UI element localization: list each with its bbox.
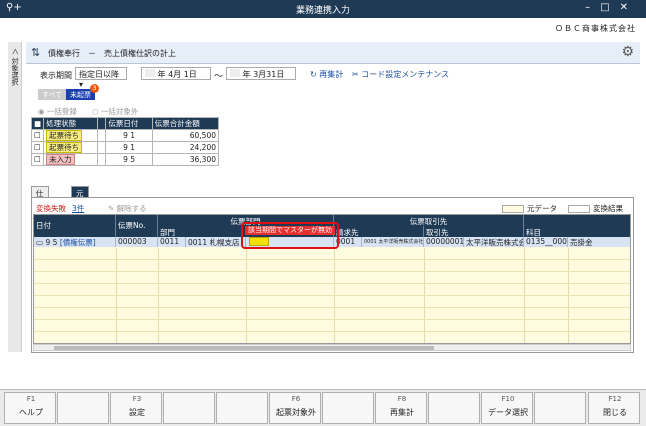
- row-date[interactable]: ▭ 9 5 [債権伝票]: [34, 237, 116, 247]
- side-label: ＜ 対象選択: [11, 48, 19, 86]
- window-title: 業務連携入力: [295, 6, 350, 16]
- col-date: 日付: [34, 215, 116, 237]
- row-partner-name: 太平洋販売株式会: [464, 237, 524, 247]
- fkey-f7[interactable]: [322, 392, 374, 424]
- period-to-input[interactable]: 年 3月31日: [226, 67, 296, 80]
- slip-link[interactable]: [債権伝票]: [60, 238, 96, 247]
- fkey-f4[interactable]: [163, 392, 215, 424]
- company-name: ＯＢＣ商事株式会社: [555, 24, 636, 33]
- table-row[interactable]: ☐ 未入力 9 5 36,300: [30, 153, 220, 166]
- fkey-f6[interactable]: F6 起票対象外: [269, 392, 321, 424]
- row-account-code: 0135__0000: [524, 237, 568, 247]
- fkey-f11[interactable]: [534, 392, 586, 424]
- col-partner: 取引先: [424, 226, 524, 237]
- col-status: 処理状態: [43, 117, 99, 130]
- status-badge: 未入力: [46, 154, 75, 165]
- col-amount: 伝票合計金額: [151, 117, 220, 130]
- fkey-f8[interactable]: F8 再集計: [375, 392, 427, 424]
- invalid-master-message: 該当期間でマスターが無効: [245, 226, 335, 235]
- unstarted-count-badge: 3: [90, 84, 99, 93]
- legend-swatch: [568, 205, 590, 213]
- fkey-f12[interactable]: F12 閉じる: [588, 392, 640, 424]
- recalc-link[interactable]: ↻ 再集計: [310, 69, 343, 80]
- fail-label: 変換失敗: [36, 204, 66, 213]
- page-title: 債権奉行 － 売上債権仕訳の計上: [48, 49, 176, 58]
- slip-summary-table: ■ 処理状態 伝票日付 伝票合計金額 ☐ 起票待ち 9 1 60,500 ☐ 起…: [30, 117, 220, 166]
- table-row[interactable]: ☐ 起票待ち 9 1 24,200: [30, 141, 220, 154]
- legend-swatch: [502, 205, 524, 213]
- row-partner-code: 00000001: [424, 237, 464, 247]
- slip-amount: 24,200: [151, 141, 220, 154]
- page-header: ⇅ 債権奉行 － 売上債権仕訳の計上 ⚙: [26, 42, 640, 64]
- bulk-register-option[interactable]: ◉ 一括登録: [38, 106, 77, 117]
- slip-amount: 36,300: [151, 153, 220, 166]
- release-button[interactable]: ✎ 解除する: [108, 203, 147, 214]
- slip-date: 9 1: [105, 129, 153, 142]
- period-tilde: ～: [214, 72, 224, 82]
- invalid-master-callout: 該当期間でマスターが無効: [241, 222, 339, 249]
- col-account: 科目: [524, 226, 630, 237]
- col-group-partner: 伝票取引先: [334, 215, 524, 226]
- slip-date: 9 5: [105, 153, 153, 166]
- col-slip-no: 伝票No.: [116, 215, 158, 237]
- fkey-f10[interactable]: F10 データ選択: [481, 392, 533, 424]
- legend-source: 元データ: [502, 203, 557, 214]
- code-maint-link[interactable]: ✂ コード設定メンテナンス: [352, 69, 449, 80]
- fkey-f1[interactable]: F1 ヘルプ: [4, 392, 56, 424]
- row-billing-name: 0001 太平洋販売株式会社: [362, 237, 424, 247]
- col-billing: 請求先: [334, 226, 424, 237]
- row-checkbox[interactable]: ☐: [30, 141, 45, 154]
- select-all-checkbox[interactable]: ■: [30, 117, 45, 130]
- fkey-f3[interactable]: F3 設定: [110, 392, 162, 424]
- table-row[interactable]: ☐ 起票待ち 9 1 60,500: [30, 129, 220, 142]
- legend-result: 変換結果: [568, 203, 623, 214]
- tab-all[interactable]: すべて: [38, 89, 67, 100]
- radio-icon: ○: [92, 107, 99, 116]
- period-from-input[interactable]: 年 4月 1日: [141, 67, 211, 80]
- sync-icon: ⇅: [31, 46, 41, 59]
- fkey-f5[interactable]: [216, 392, 268, 424]
- fail-count-link[interactable]: 3件: [72, 203, 84, 214]
- tab-journal-slip[interactable]: 仕訳伝票: [31, 186, 49, 231]
- unlink-icon: ✎: [108, 204, 115, 213]
- bulk-exclude-option[interactable]: ○ 一括対象外: [92, 106, 138, 117]
- row-slip-no: 000003: [116, 237, 158, 247]
- row-dept-name: 0011 札幌支店: [186, 237, 246, 247]
- slip-date: 9 1: [105, 141, 153, 154]
- invalid-cell-highlight[interactable]: [249, 237, 269, 246]
- function-key-bar: F1 ヘルプ F3 設定 F6 起票対象外 F8 再集計 F10 データ選択 F12 閉じる: [0, 389, 646, 426]
- tab-source-data[interactable]: 元データ: [71, 186, 89, 231]
- refresh-icon: ↻: [310, 70, 317, 79]
- radio-icon: ◉: [38, 107, 45, 116]
- col-date: 伝票日付: [105, 117, 153, 130]
- row-checkbox[interactable]: ▭: [36, 238, 43, 247]
- title-bar: ⚲+ 業務連携入力 –□✕: [0, 0, 646, 18]
- period-mode-select[interactable]: 指定日以降 ▾: [75, 67, 127, 89]
- status-badge: 起票待ち: [46, 130, 83, 141]
- row-checkbox[interactable]: ☐: [30, 153, 45, 166]
- fkey-f2[interactable]: [57, 392, 109, 424]
- row-dept-code: 0011: [158, 237, 186, 247]
- fkey-f9[interactable]: [428, 392, 480, 424]
- row-account-name: 売掛金: [568, 237, 630, 247]
- scrollbar-thumb[interactable]: [54, 346, 434, 350]
- status-badge: 起票待ち: [46, 142, 83, 153]
- window-controls[interactable]: –□✕: [585, 2, 638, 13]
- wrench-icon: ✂: [352, 70, 359, 79]
- gear-icon[interactable]: ⚙: [621, 44, 634, 60]
- horizontal-scrollbar[interactable]: [33, 344, 631, 351]
- chevron-left-icon: ＜: [11, 48, 19, 55]
- slip-amount: 60,500: [151, 129, 220, 142]
- row-checkbox[interactable]: ☐: [30, 129, 45, 142]
- side-panel-toggle[interactable]: ＜ 対象選択: [8, 42, 22, 352]
- period-label: 表示期間: [40, 71, 72, 80]
